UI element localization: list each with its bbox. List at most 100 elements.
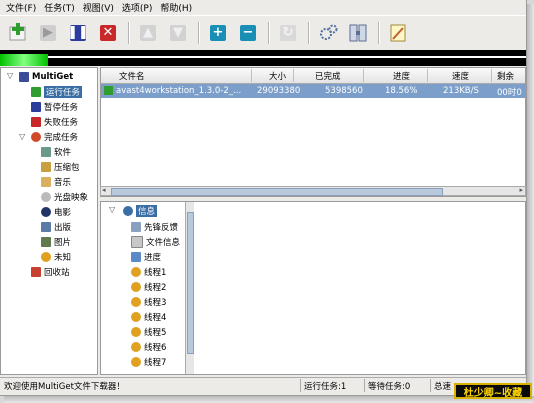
detail-item-thread[interactable]: 线程4 bbox=[131, 309, 166, 324]
column-header-done[interactable]: 已完成 bbox=[315, 70, 341, 82]
tree-item-image[interactable]: 图片 bbox=[41, 234, 71, 249]
tree-item-paused[interactable]: 暂停任务 bbox=[31, 99, 78, 114]
detail-item-label: 线程3 bbox=[144, 297, 167, 308]
info-icon bbox=[123, 205, 133, 216]
tree-item-label: 音乐 bbox=[54, 177, 72, 188]
tree-item-label: 运行任务 bbox=[44, 85, 83, 98]
expand-arrow-icon[interactable]: ▽ bbox=[7, 71, 13, 80]
menu-help[interactable]: 帮助(H) bbox=[160, 1, 192, 14]
failed-icon bbox=[31, 116, 41, 127]
scrollbar-thumb[interactable] bbox=[187, 212, 194, 354]
tree-item-label: 失败任务 bbox=[44, 117, 79, 128]
properties-button[interactable] bbox=[346, 21, 370, 45]
tree-item-iso[interactable]: 光盘映象 bbox=[41, 189, 88, 204]
add-button[interactable]: + bbox=[206, 21, 230, 45]
scroll-left-icon[interactable]: ◂ bbox=[102, 186, 106, 194]
menu-bar: 文件(F) 任务(T) 视图(V) 选项(P) 帮助(H) bbox=[0, 0, 526, 14]
thread-icon bbox=[131, 326, 141, 337]
tree-root[interactable]: MultiGet bbox=[19, 69, 73, 84]
status-total-speed: 总速 bbox=[434, 382, 452, 392]
image-icon bbox=[41, 236, 51, 247]
toolbar-separator bbox=[198, 21, 200, 44]
tree-item-running[interactable]: 运行任务 bbox=[31, 84, 83, 99]
move-down-button[interactable]: ▼ bbox=[166, 21, 190, 45]
thread-icon bbox=[131, 281, 141, 292]
detail-item-label: 线程6 bbox=[144, 342, 167, 353]
tree-item-label: 图片 bbox=[54, 237, 72, 248]
start-icon: ▶ bbox=[40, 24, 56, 41]
tree-item-label: 压缩包 bbox=[54, 162, 80, 173]
column-header-remaining[interactable]: 剩余 bbox=[497, 70, 514, 82]
tree-item-failed[interactable]: 失败任务 bbox=[31, 114, 78, 129]
start-button[interactable]: ▶ bbox=[36, 21, 60, 45]
detail-item-thread[interactable]: 线程3 bbox=[131, 294, 166, 309]
tree-item-software[interactable]: 软件 bbox=[41, 144, 71, 159]
unknown-icon bbox=[41, 251, 51, 262]
tree-item-publication[interactable]: 出版 bbox=[41, 219, 71, 234]
recycle-bin-icon bbox=[31, 266, 41, 277]
detail-root[interactable]: 信息 bbox=[123, 203, 158, 218]
detail-item-feedback[interactable]: 先锋反馈 bbox=[131, 219, 178, 234]
delete-button[interactable]: ✕ bbox=[96, 21, 120, 45]
category-tree: ▽ MultiGet 运行任务 暂停任务 失败任务 ▽ 完成任务 软件 压缩包 bbox=[0, 67, 98, 375]
thread-icon bbox=[131, 296, 141, 307]
column-header-name[interactable]: 文件名 bbox=[119, 70, 145, 82]
table-row[interactable]: avast4workstation_1.3.0-2_... 29093380 5… bbox=[101, 84, 525, 98]
detail-item-label: 线程4 bbox=[144, 312, 167, 323]
tree-item-label: 出版 bbox=[54, 222, 72, 233]
detail-item-file-info[interactable]: 文件信息 bbox=[131, 234, 180, 249]
add-task-button[interactable] bbox=[6, 21, 30, 45]
tree-item-label: 完成任务 bbox=[44, 132, 79, 143]
detail-item-thread[interactable]: 线程1 bbox=[131, 264, 166, 279]
expand-arrow-icon[interactable]: ▽ bbox=[19, 132, 25, 141]
tree-item-label: 未知 bbox=[54, 252, 72, 263]
detail-item-thread[interactable]: 线程7 bbox=[131, 354, 166, 369]
tree-item-archive[interactable]: 压缩包 bbox=[41, 159, 80, 174]
scrollbar-thumb[interactable] bbox=[111, 188, 443, 196]
menu-options[interactable]: 选项(P) bbox=[122, 1, 152, 14]
column-divider[interactable] bbox=[363, 69, 364, 82]
menu-view[interactable]: 视图(V) bbox=[83, 1, 114, 14]
column-header-size[interactable]: 大小 bbox=[269, 70, 286, 82]
pause-button[interactable]: ❚❚ bbox=[66, 21, 90, 45]
refresh-button[interactable]: ↻ bbox=[276, 21, 300, 45]
detail-tree-vertical-scrollbar[interactable] bbox=[185, 202, 194, 374]
remove-button[interactable]: − bbox=[236, 21, 260, 45]
tree-item-recycle[interactable]: 回收站 bbox=[31, 264, 70, 279]
menu-file[interactable]: 文件(F) bbox=[6, 1, 36, 14]
move-up-button[interactable]: ▲ bbox=[136, 21, 160, 45]
detail-item-thread[interactable]: 线程2 bbox=[131, 279, 166, 294]
column-header-progress[interactable]: 进度 bbox=[393, 70, 410, 82]
cell-name: avast4workstation_1.3.0-2_... bbox=[116, 86, 242, 96]
expand-arrow-icon[interactable]: ▽ bbox=[109, 205, 115, 214]
detail-item-progress[interactable]: 进度 bbox=[131, 249, 161, 264]
tree-item-completed[interactable]: 完成任务 bbox=[31, 129, 78, 144]
thread-icon bbox=[131, 356, 141, 367]
detail-item-label: 线程5 bbox=[144, 327, 167, 338]
thread-icon bbox=[131, 341, 141, 352]
column-header-speed[interactable]: 速度 bbox=[452, 70, 469, 82]
tree-item-music[interactable]: 音乐 bbox=[41, 174, 71, 189]
detail-item-thread[interactable]: 线程5 bbox=[131, 324, 166, 339]
speed-graph-fill bbox=[0, 54, 48, 66]
thread-icon bbox=[131, 266, 141, 277]
detail-root-label: 信息 bbox=[136, 204, 158, 217]
scroll-right-icon[interactable]: ▸ bbox=[519, 186, 523, 194]
task-list-horizontal-scrollbar[interactable]: ◂ ▸ bbox=[100, 186, 526, 196]
notes-button[interactable] bbox=[386, 21, 410, 45]
toolbar-separator bbox=[268, 21, 270, 44]
column-divider[interactable] bbox=[427, 69, 428, 82]
tree-item-movie[interactable]: 电影 bbox=[41, 204, 71, 219]
column-divider[interactable] bbox=[293, 69, 294, 82]
tree-item-unknown[interactable]: 未知 bbox=[41, 249, 71, 264]
column-divider[interactable] bbox=[491, 69, 492, 82]
main-window: 文件(F) 任务(T) 视图(V) 选项(P) 帮助(H) ▶ ❚❚ ✕ ▲ ▼… bbox=[0, 0, 527, 396]
detail-item-thread[interactable]: 线程6 bbox=[131, 339, 166, 354]
window-shadow bbox=[527, 4, 534, 403]
status-bar: 欢迎使用MultiGet文件下载器！ 运行任务:1 等待任务:0 总速 bbox=[0, 377, 526, 394]
delete-icon: ✕ bbox=[100, 24, 116, 41]
task-list-header: 文件名 大小 已完成 进度 速度 剩余 bbox=[101, 68, 525, 84]
column-divider[interactable] bbox=[251, 69, 252, 82]
menu-task[interactable]: 任务(T) bbox=[44, 1, 75, 14]
settings-button[interactable] bbox=[316, 21, 340, 45]
